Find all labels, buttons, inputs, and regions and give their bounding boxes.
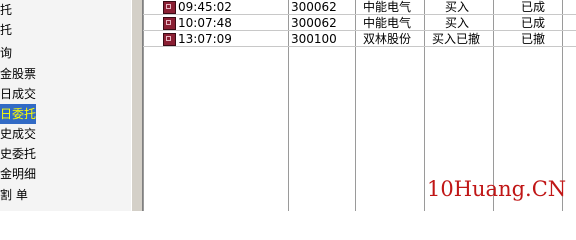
order-action: 买入已撤 (432, 32, 481, 46)
sidebar-item-query[interactable]: 询 (0, 43, 12, 63)
sidebar-item-label: 金股票 (0, 67, 37, 81)
sidebar-item-label: 史成交 (0, 127, 37, 141)
table-row[interactable]: 13:07:09 300100 双林股份 买入已撤 已撤 (143, 32, 576, 47)
sidebar-item-history-orders[interactable]: 史委托 (0, 144, 36, 164)
order-time: 13:07:09 (178, 32, 232, 46)
stock-name: 中能电气 (363, 0, 412, 14)
table-row[interactable]: 09:45:02 300062 中能电气 买入 已成 (143, 0, 576, 15)
sidebar-item-label: 割 单 (0, 188, 28, 202)
pane-splitter[interactable] (131, 0, 143, 211)
order-record-icon (163, 33, 176, 46)
sidebar-item-entrust-b[interactable]: 托 (0, 20, 12, 40)
order-action: 买入 (445, 16, 470, 30)
stock-code: 300100 (291, 32, 337, 46)
stock-code: 300062 (291, 16, 337, 30)
sidebar-item-label: 托 (0, 23, 13, 37)
sidebar-item-today-orders[interactable]: 日委托 (0, 104, 37, 124)
watermark-text: 10Huang.CN (427, 177, 567, 201)
row-divider (143, 30, 576, 31)
sidebar-item-label: 日成交 (0, 87, 37, 101)
order-status: 已成 (521, 0, 546, 14)
sidebar-item-label: 日委托 (0, 107, 37, 121)
sidebar-nav-tree: 托 托 询 金股票 日成交 日委托 史成交 史委托 金明细 割 单 (0, 0, 131, 211)
order-status: 已成 (521, 16, 546, 30)
sidebar-item-entrust-a[interactable]: 托 (0, 0, 12, 20)
sidebar-item-label: 询 (0, 46, 13, 60)
order-time: 09:45:02 (178, 0, 232, 14)
sidebar-item-history-trades[interactable]: 史成交 (0, 124, 36, 144)
table-row[interactable]: 10:07:48 300062 中能电气 买入 已成 (143, 16, 576, 31)
order-record-icon (163, 1, 176, 14)
order-action: 买入 (445, 0, 470, 14)
sidebar-item-funds-stocks[interactable]: 金股票 (0, 64, 36, 84)
stock-code: 300062 (291, 0, 337, 14)
row-divider (143, 14, 576, 15)
sidebar-item-label: 史委托 (0, 147, 37, 161)
order-status: 已撤 (521, 32, 546, 46)
sidebar-item-split-order[interactable]: 割 单 (0, 185, 28, 205)
sidebar-item-today-trades[interactable]: 日成交 (0, 84, 36, 104)
order-time: 10:07:48 (178, 16, 232, 30)
sidebar-item-fund-details[interactable]: 金明细 (0, 164, 36, 184)
stock-name: 双林股份 (363, 32, 412, 46)
sidebar-item-label: 托 (0, 3, 13, 17)
row-divider (143, 46, 576, 47)
order-record-icon (163, 17, 176, 30)
sidebar-item-label: 金明细 (0, 167, 37, 181)
stock-name: 中能电气 (363, 16, 412, 30)
